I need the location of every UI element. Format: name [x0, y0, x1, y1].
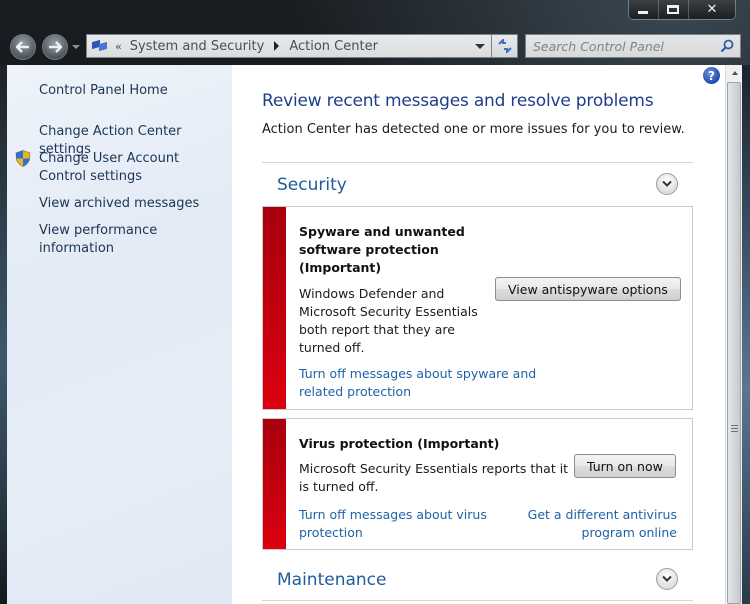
refresh-button[interactable]	[492, 34, 518, 58]
breadcrumb-overflow[interactable]: «	[115, 40, 122, 53]
get-different-antivirus-link[interactable]: Get a different antivirus program online	[525, 506, 677, 542]
close-icon: ✕	[706, 2, 718, 17]
section-title-maintenance[interactable]: Maintenance	[277, 570, 386, 590]
breadcrumb-separator-icon[interactable]	[274, 41, 280, 51]
severity-bar	[263, 419, 286, 549]
minimize-icon	[638, 11, 649, 14]
section-title-security[interactable]: Security	[277, 175, 347, 195]
address-dropdown-icon[interactable]	[475, 44, 485, 49]
back-button[interactable]	[10, 34, 36, 60]
sidebar-item-change-uac-settings[interactable]: Change User Account Control settings	[39, 150, 224, 186]
sidebar: Control Panel Home Change Action Center …	[7, 65, 232, 604]
maximize-button[interactable]	[659, 0, 689, 19]
maximize-icon	[667, 5, 680, 14]
search-icon[interactable]	[720, 39, 734, 53]
scroll-thumb[interactable]	[727, 82, 741, 604]
recent-pages-dropdown[interactable]	[72, 45, 80, 49]
turn-off-virus-messages-link[interactable]: Turn off messages about virus protection	[299, 506, 499, 542]
page-description: Action Center has detected one or more i…	[262, 122, 685, 137]
turn-off-spyware-messages-link[interactable]: Turn off messages about spyware and rela…	[299, 365, 549, 401]
divider	[262, 600, 693, 601]
alert-spyware-protection: Spyware and unwanted software protection…	[262, 206, 693, 410]
uac-shield-icon	[15, 150, 31, 167]
scroll-up-button[interactable]	[726, 65, 743, 81]
grip-icon	[731, 425, 738, 432]
search-box[interactable]	[525, 34, 741, 58]
view-antispyware-options-button[interactable]: View antispyware options	[495, 277, 681, 301]
close-button[interactable]: ✕	[689, 0, 735, 19]
scroll-up-arrow-icon	[731, 71, 738, 75]
alert-virus-protection: Virus protection (Important) Microsoft S…	[262, 418, 693, 550]
help-icon[interactable]: ?	[703, 67, 720, 84]
vertical-scrollbar[interactable]	[725, 65, 742, 604]
forward-arrow-icon	[49, 41, 62, 53]
window-border-right	[742, 65, 750, 604]
caption-buttons: ✕	[628, 0, 736, 20]
back-arrow-icon	[16, 41, 29, 53]
main-panel: Review recent messages and resolve probl…	[232, 65, 750, 604]
chevron-down-icon	[662, 575, 672, 582]
search-input[interactable]	[533, 38, 713, 54]
turn-on-now-button[interactable]: Turn on now	[574, 454, 676, 478]
maintenance-expand-button[interactable]	[656, 568, 678, 590]
window-border-left	[0, 65, 7, 604]
page-title: Review recent messages and resolve probl…	[262, 91, 654, 111]
sidebar-item-view-performance-information[interactable]: View performance information	[39, 222, 224, 258]
alert-title: Spyware and unwanted software protection…	[299, 224, 465, 275]
refresh-icon	[497, 39, 512, 53]
alert-body: Windows Defender and Microsoft Security …	[299, 286, 478, 355]
sidebar-item-control-panel-home[interactable]: Control Panel Home	[39, 82, 224, 100]
action-center-flag-icon	[91, 39, 109, 53]
window-content: Control Panel Home Change Action Center …	[7, 65, 750, 604]
security-expand-button[interactable]	[656, 173, 678, 195]
alert-body: Microsoft Security Essentials reports th…	[299, 461, 569, 494]
breadcrumb-item-action-center[interactable]: Action Center	[289, 39, 378, 54]
chevron-down-icon	[662, 180, 672, 187]
address-bar[interactable]: « System and Security Action Center	[86, 34, 492, 58]
breadcrumb-item-system-and-security[interactable]: System and Security	[130, 39, 265, 54]
divider	[262, 162, 693, 163]
severity-bar	[263, 207, 286, 409]
minimize-button[interactable]	[629, 0, 659, 19]
alert-title: Virus protection (Important)	[299, 436, 500, 451]
forward-button[interactable]	[42, 34, 68, 60]
sidebar-item-view-archived-messages[interactable]: View archived messages	[39, 195, 224, 213]
